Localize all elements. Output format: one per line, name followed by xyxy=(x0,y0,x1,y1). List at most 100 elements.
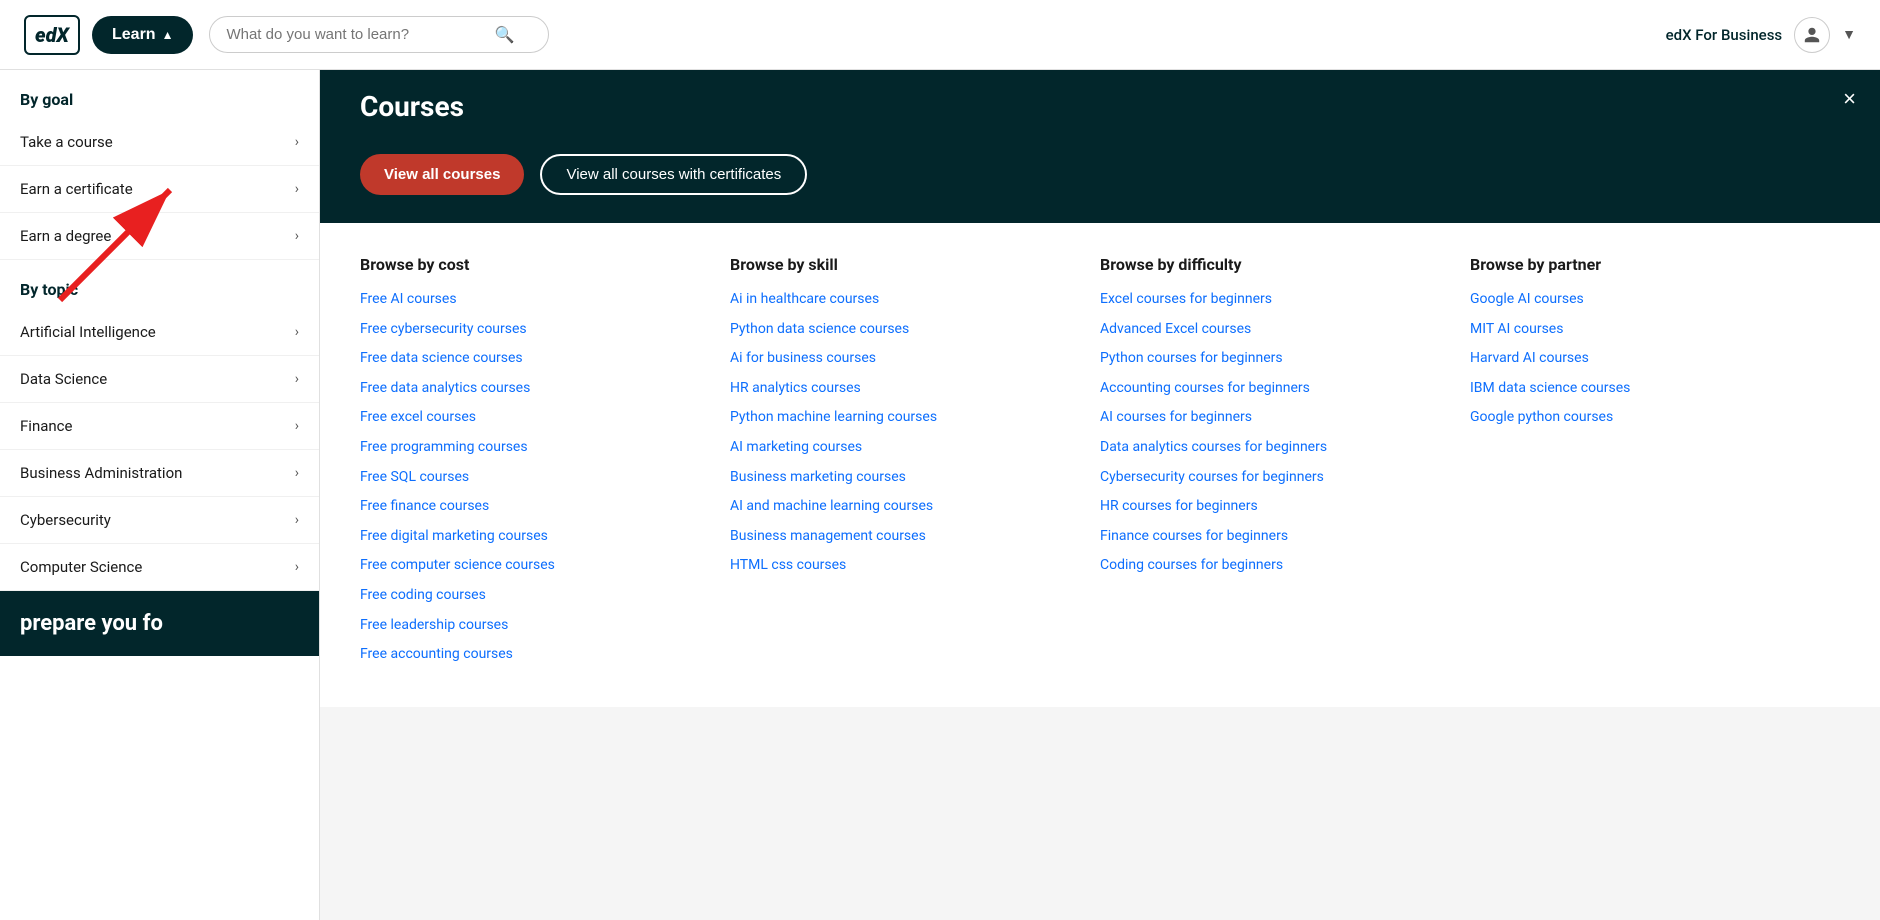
chevron-right-icon: › xyxy=(295,418,299,434)
sidebar-item-cs-label: Computer Science xyxy=(20,558,142,576)
browse-link-2-4[interactable]: AI courses for beginners xyxy=(1100,408,1450,428)
browse-link-3-4[interactable]: Google python courses xyxy=(1470,408,1820,428)
browse-link-1-8[interactable]: Business management courses xyxy=(730,527,1080,547)
browse-link-2-6[interactable]: Cybersecurity courses for beginners xyxy=(1100,468,1450,488)
sidebar-item-ai-label: Artificial Intelligence xyxy=(20,323,156,341)
sidebar-item-ai[interactable]: Artificial Intelligence › xyxy=(0,309,319,356)
browse-link-0-0[interactable]: Free AI courses xyxy=(360,290,710,310)
browse-link-2-7[interactable]: HR courses for beginners xyxy=(1100,497,1450,517)
chevron-right-icon: › xyxy=(295,559,299,575)
chevron-right-icon: › xyxy=(295,134,299,150)
sidebar-item-business-admin[interactable]: Business Administration › xyxy=(0,450,319,497)
browse-link-0-11[interactable]: Free leadership courses xyxy=(360,616,710,636)
by-goal-title: By goal xyxy=(0,70,319,119)
browse-link-0-6[interactable]: Free SQL courses xyxy=(360,468,710,488)
browse-column-2: Browse by difficulty Excel courses for be… xyxy=(1100,255,1470,675)
sidebar-item-earn-degree-label: Earn a degree xyxy=(20,227,111,245)
chevron-right-icon: › xyxy=(295,228,299,244)
browse-link-0-3[interactable]: Free data analytics courses xyxy=(360,379,710,399)
sidebar-item-finance[interactable]: Finance › xyxy=(0,403,319,450)
browse-link-2-5[interactable]: Data analytics courses for beginners xyxy=(1100,438,1450,458)
browse-link-2-0[interactable]: Excel courses for beginners xyxy=(1100,290,1450,310)
browse-link-1-4[interactable]: Python machine learning courses xyxy=(730,408,1080,428)
browse-link-2-8[interactable]: Finance courses for beginners xyxy=(1100,527,1450,547)
browse-link-1-1[interactable]: Python data science courses xyxy=(730,320,1080,340)
view-all-courses-button[interactable]: View all courses xyxy=(360,154,524,195)
browse-link-0-8[interactable]: Free digital marketing courses xyxy=(360,527,710,547)
search-bar: 🔍 xyxy=(209,16,549,53)
user-icon[interactable] xyxy=(1794,17,1830,53)
sidebar-item-biz-admin-label: Business Administration xyxy=(20,464,182,482)
close-button[interactable]: × xyxy=(1843,86,1856,112)
header-right: edX For Business ▼ xyxy=(1666,17,1856,53)
sidebar-item-finance-label: Finance xyxy=(20,417,72,435)
chevron-right-icon: › xyxy=(295,465,299,481)
browse-link-1-9[interactable]: HTML css courses xyxy=(730,556,1080,576)
browse-link-1-5[interactable]: AI marketing courses xyxy=(730,438,1080,458)
browse-link-2-3[interactable]: Accounting courses for beginners xyxy=(1100,379,1450,399)
sidebar-item-cybersecurity[interactable]: Cybersecurity › xyxy=(0,497,319,544)
chevron-right-icon: › xyxy=(295,324,299,340)
browse-link-0-5[interactable]: Free programming courses xyxy=(360,438,710,458)
learn-button[interactable]: Learn ▲ xyxy=(92,16,193,54)
browse-column-title-3: Browse by partner xyxy=(1470,255,1820,274)
sidebar-item-data-science[interactable]: Data Science › xyxy=(0,356,319,403)
sidebar-item-earn-degree[interactable]: Earn a degree › xyxy=(0,213,319,260)
courses-title: Courses xyxy=(360,90,464,123)
browse-column-0: Browse by cost Free AI courses Free cybers… xyxy=(360,255,730,675)
for-business-link[interactable]: edX For Business xyxy=(1666,26,1783,44)
search-icon: 🔍 xyxy=(494,25,514,44)
courses-header: Courses View all courses View all course… xyxy=(320,70,1880,223)
browse-link-0-10[interactable]: Free coding courses xyxy=(360,586,710,606)
browse-link-0-12[interactable]: Free accounting courses xyxy=(360,645,710,665)
browse-link-0-1[interactable]: Free cybersecurity courses xyxy=(360,320,710,340)
browse-link-3-2[interactable]: Harvard AI courses xyxy=(1470,349,1820,369)
sidebar-item-cyber-label: Cybersecurity xyxy=(20,511,111,529)
browse-link-2-1[interactable]: Advanced Excel courses xyxy=(1100,320,1450,340)
header-dropdown-arrow[interactable]: ▼ xyxy=(1842,26,1856,43)
by-topic-title: By topic xyxy=(0,260,319,309)
main-layout: By goal Take a course › Earn a certifica… xyxy=(0,70,1880,920)
browse-link-1-2[interactable]: Ai for business courses xyxy=(730,349,1080,369)
browse-column-title-0: Browse by cost xyxy=(360,255,710,274)
browse-link-1-3[interactable]: HR analytics courses xyxy=(730,379,1080,399)
browse-column-1: Browse by skill Ai in healthcare courses P… xyxy=(730,255,1100,675)
browse-grid: Browse by cost Free AI courses Free cybers… xyxy=(320,223,1880,707)
chevron-right-icon: › xyxy=(295,181,299,197)
bottom-banner-text: prepare you fo xyxy=(20,611,163,636)
browse-link-3-3[interactable]: IBM data science courses xyxy=(1470,379,1820,399)
browse-link-3-0[interactable]: Google AI courses xyxy=(1470,290,1820,310)
browse-column-title-2: Browse by difficulty xyxy=(1100,255,1450,274)
chevron-up-icon: ▲ xyxy=(162,28,174,42)
sidebar: By goal Take a course › Earn a certifica… xyxy=(0,70,320,920)
browse-column-title-1: Browse by skill xyxy=(730,255,1080,274)
browse-link-2-2[interactable]: Python courses for beginners xyxy=(1100,349,1450,369)
browse-link-0-9[interactable]: Free computer science courses xyxy=(360,556,710,576)
view-all-courses-with-certs-button[interactable]: View all courses with certificates xyxy=(540,154,807,195)
courses-header-buttons: View all courses View all courses with c… xyxy=(360,154,807,195)
browse-column-3: Browse by partner Google AI courses MIT AI… xyxy=(1470,255,1840,675)
sidebar-item-computer-science[interactable]: Computer Science › xyxy=(0,544,319,591)
search-input[interactable] xyxy=(226,26,486,43)
header: edX Learn ▲ 🔍 edX For Business ▼ xyxy=(0,0,1880,70)
browse-link-0-2[interactable]: Free data science courses xyxy=(360,349,710,369)
edx-logo[interactable]: edX xyxy=(24,15,80,55)
browse-link-1-7[interactable]: AI and machine learning courses xyxy=(730,497,1080,517)
browse-link-2-9[interactable]: Coding courses for beginners xyxy=(1100,556,1450,576)
learn-label: Learn xyxy=(112,26,156,44)
browse-link-1-6[interactable]: Business marketing courses xyxy=(730,468,1080,488)
sidebar-item-take-course[interactable]: Take a course › xyxy=(0,119,319,166)
browse-link-3-1[interactable]: MIT AI courses xyxy=(1470,320,1820,340)
chevron-right-icon: › xyxy=(295,512,299,528)
chevron-right-icon: › xyxy=(295,371,299,387)
dropdown-overlay: Courses View all courses View all course… xyxy=(320,70,1880,707)
sidebar-item-earn-certificate[interactable]: Earn a certificate › xyxy=(0,166,319,213)
browse-link-0-7[interactable]: Free finance courses xyxy=(360,497,710,517)
sidebar-bottom-banner: prepare you fo xyxy=(0,591,319,656)
sidebar-item-data-science-label: Data Science xyxy=(20,370,107,388)
sidebar-item-earn-cert-label: Earn a certificate xyxy=(20,180,133,198)
logo-text: edX xyxy=(35,23,69,47)
sidebar-item-take-course-label: Take a course xyxy=(20,133,113,151)
browse-link-0-4[interactable]: Free excel courses xyxy=(360,408,710,428)
browse-link-1-0[interactable]: Ai in healthcare courses xyxy=(730,290,1080,310)
